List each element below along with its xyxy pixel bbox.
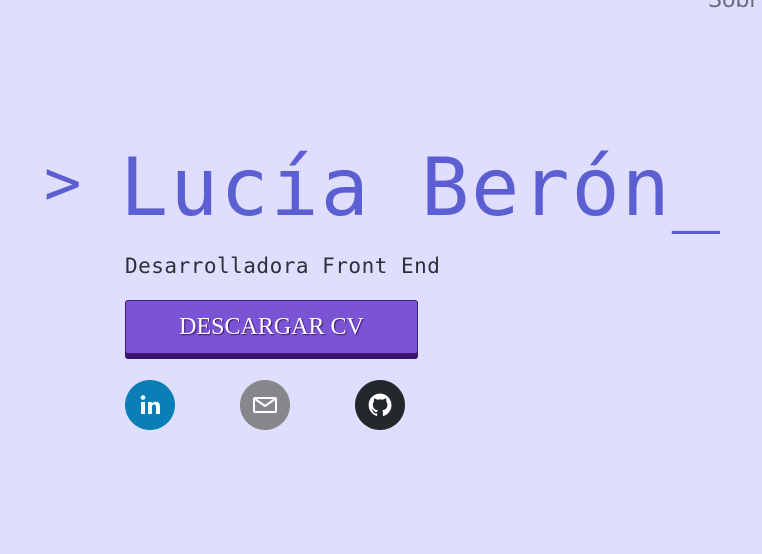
linkedin-link[interactable] — [125, 380, 175, 430]
mail-icon — [252, 395, 278, 415]
download-cv-button[interactable]: DESCARGAR CV — [125, 300, 418, 354]
page: Sobr > Lucía Berón_ Desarrolladora Front… — [0, 0, 762, 554]
email-link[interactable] — [240, 380, 290, 430]
nav-link-sobre[interactable]: Sobr — [708, 0, 758, 13]
prompt-symbol: > — [44, 146, 82, 219]
linkedin-icon — [138, 393, 162, 417]
hero-name: Lucía Berón_ — [120, 141, 722, 234]
hero-subtitle: Desarrolladora Front End — [125, 254, 441, 278]
github-icon — [367, 392, 393, 418]
github-link[interactable] — [355, 380, 405, 430]
